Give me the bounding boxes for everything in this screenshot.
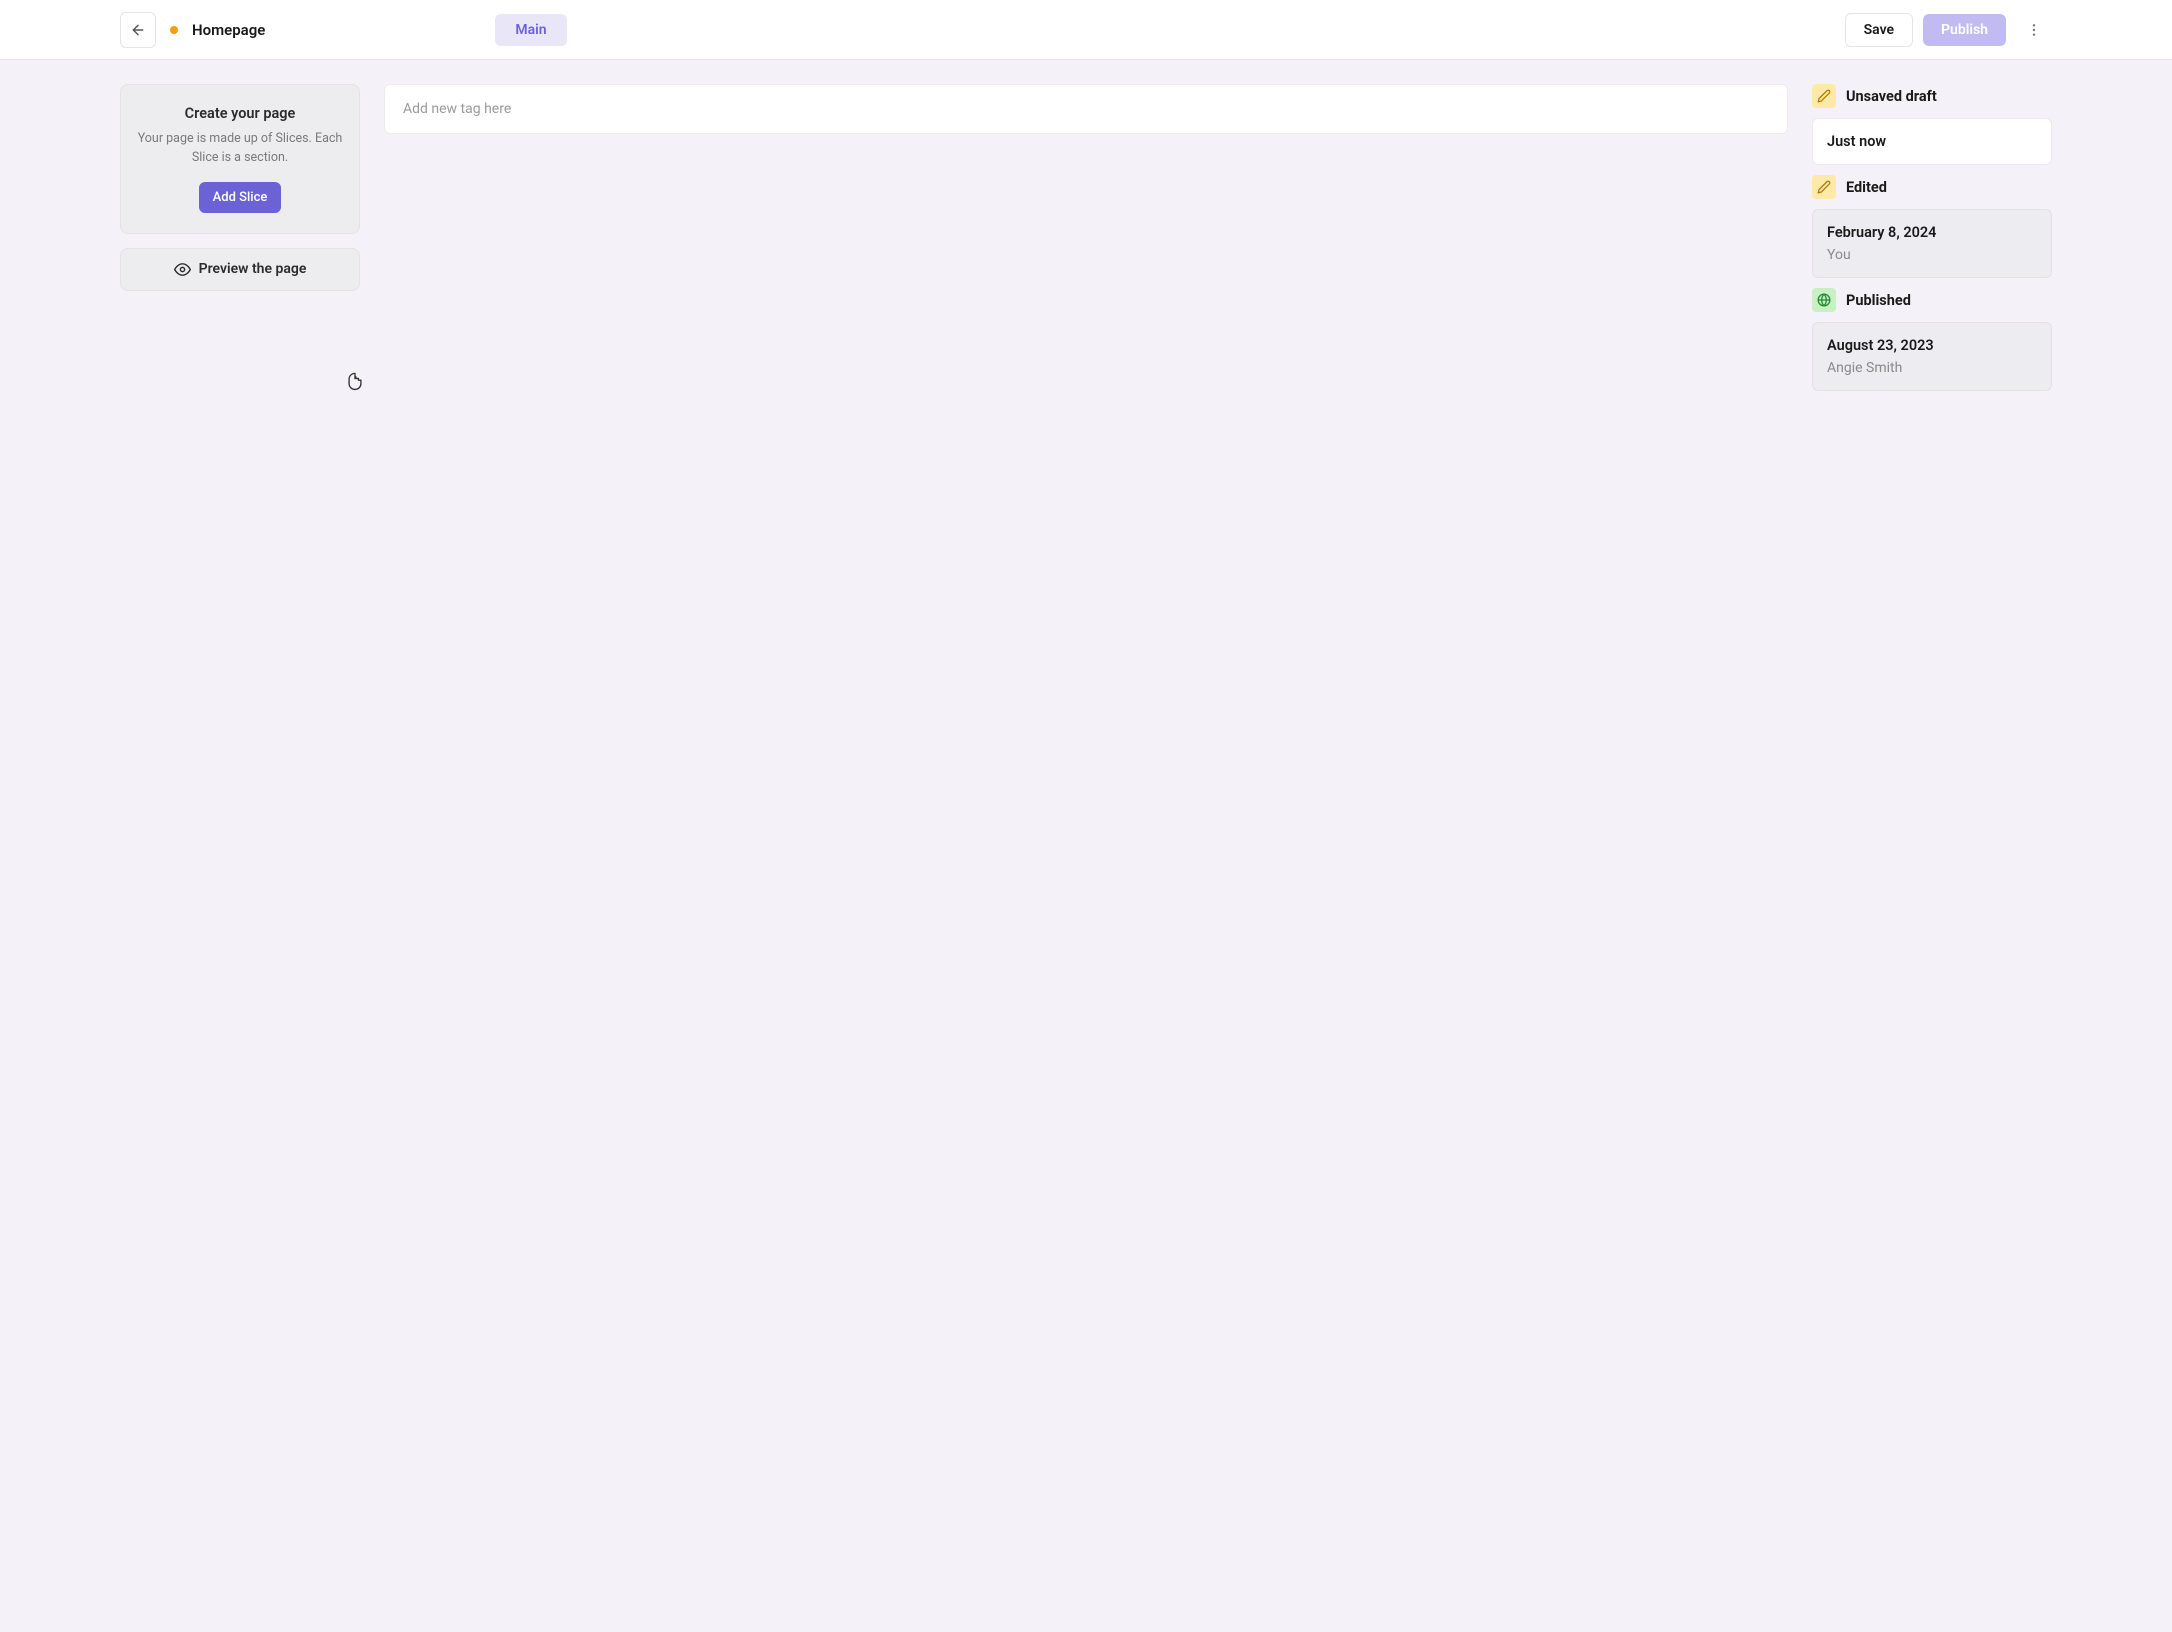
published-date: August 23, 2023 (1827, 337, 2037, 354)
published-by: Angie Smith (1827, 360, 2037, 376)
header: Homepage Main Save Publish (0, 0, 2172, 60)
page-title: Homepage (192, 21, 265, 39)
status-dot-icon (170, 26, 178, 34)
create-page-card: Create your page Your page is made up of… (120, 84, 360, 234)
more-vertical-icon (2026, 22, 2042, 38)
unsaved-draft-header: Unsaved draft (1812, 84, 2052, 108)
center-column (384, 84, 1788, 134)
create-title: Create your page (137, 105, 343, 122)
publish-button[interactable]: Publish (1923, 14, 2006, 46)
tab-main[interactable]: Main (495, 14, 566, 46)
draft-card[interactable]: Just now (1812, 118, 2052, 165)
content: Create your page Your page is made up of… (0, 60, 2172, 415)
tag-input[interactable] (403, 101, 1769, 117)
header-tabs: Main (495, 14, 566, 46)
published-label: Published (1846, 292, 1911, 309)
tag-input-container (384, 84, 1788, 134)
add-slice-button[interactable]: Add Slice (199, 182, 282, 213)
edited-header: Edited (1812, 175, 2052, 199)
header-left: Homepage (120, 12, 265, 48)
preview-label: Preview the page (199, 261, 307, 277)
preview-page-button[interactable]: Preview the page (120, 248, 360, 291)
edited-by: You (1827, 247, 2037, 263)
edited-card[interactable]: February 8, 2024 You (1812, 209, 2052, 278)
edited-date: February 8, 2024 (1827, 224, 2037, 241)
arrow-left-icon (130, 22, 146, 38)
published-card[interactable]: August 23, 2023 Angie Smith (1812, 322, 2052, 391)
back-button[interactable] (120, 12, 156, 48)
unsaved-draft-label: Unsaved draft (1846, 88, 1937, 105)
header-right: Save Publish (1845, 12, 2052, 48)
right-column: Unsaved draft Just now Edited February 8… (1812, 84, 2052, 391)
globe-icon (1812, 288, 1836, 312)
pencil-icon (1812, 84, 1836, 108)
more-menu-button[interactable] (2016, 12, 2052, 48)
published-header: Published (1812, 288, 2052, 312)
pencil-icon (1812, 175, 1836, 199)
eye-icon (174, 261, 191, 278)
create-description: Your page is made up of Slices. Each Sli… (137, 130, 343, 168)
save-button[interactable]: Save (1845, 13, 1913, 47)
draft-time: Just now (1827, 133, 2037, 150)
edited-label: Edited (1846, 179, 1887, 196)
left-column: Create your page Your page is made up of… (120, 84, 360, 291)
